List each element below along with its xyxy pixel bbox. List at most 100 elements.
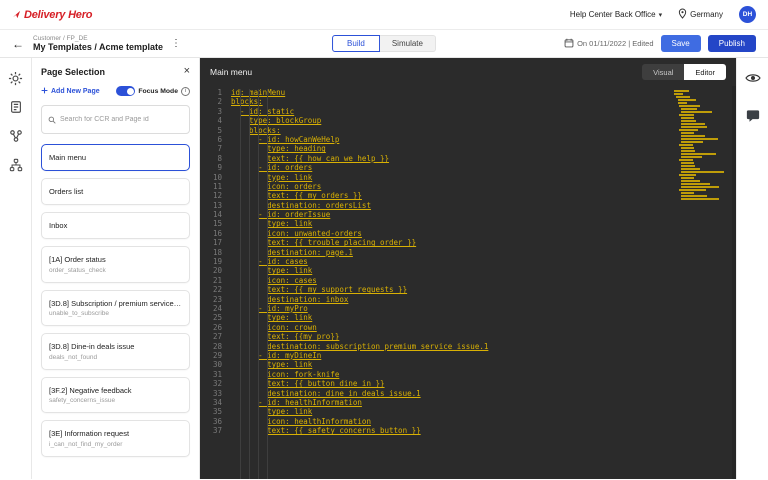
- save-button[interactable]: Save: [660, 35, 701, 52]
- line-number: 16: [212, 228, 222, 238]
- line-text: - id: myPro: [258, 303, 308, 313]
- page-card[interactable]: [3F.2] Negative feedback safety_concerns_…: [41, 376, 190, 413]
- code-line[interactable]: 17 text: {{ trouble_placing_order }}: [206, 238, 736, 247]
- code-line[interactable]: 20 type: link: [206, 266, 736, 275]
- code-line[interactable]: 2 blocks:: [206, 97, 736, 106]
- code-line[interactable]: 24 - id: myPro: [206, 304, 736, 313]
- page-card[interactable]: [3D.8] Subscription / premium service is…: [41, 289, 190, 326]
- code-line[interactable]: 4 type: blockGroup: [206, 116, 736, 125]
- editor-scrollbar[interactable]: [732, 86, 736, 479]
- code-line[interactable]: 25 type: link: [206, 313, 736, 322]
- pages-document-icon[interactable]: [8, 99, 24, 115]
- code-line[interactable]: 34 - id: healthInformation: [206, 398, 736, 407]
- code-line[interactable]: 9 - id: orders: [206, 163, 736, 172]
- publish-button[interactable]: Publish: [707, 35, 756, 52]
- minimap-line: [679, 114, 694, 116]
- add-new-page-button[interactable]: Add New Page: [41, 87, 100, 96]
- hierarchy-sitemap-icon[interactable]: [8, 157, 24, 173]
- workflow-icon[interactable]: [8, 128, 24, 144]
- code-line[interactable]: 15 type: link: [206, 219, 736, 228]
- code-line[interactable]: 1id: mainMenu: [206, 88, 736, 97]
- code-line[interactable]: 22 text: {{ my_support_requests }}: [206, 285, 736, 294]
- user-avatar[interactable]: DH: [739, 6, 756, 23]
- info-icon[interactable]: i: [181, 86, 190, 96]
- code-line[interactable]: 36 icon: healthInformation: [206, 417, 736, 426]
- code-line[interactable]: 28 destination: subscription_premium_serv…: [206, 342, 736, 351]
- code-line[interactable]: 21 icon: cases: [206, 276, 736, 285]
- minimap-line: [679, 105, 701, 107]
- line-text: - id: orderIssue: [258, 210, 331, 220]
- visual-mode-button[interactable]: Visual: [642, 64, 685, 80]
- code-line[interactable]: 35 type: link: [206, 407, 736, 416]
- line-number: 24: [212, 303, 222, 313]
- line-number: 6: [217, 134, 222, 144]
- line-text: icon: unwanted-orders: [267, 228, 362, 238]
- code-line[interactable]: 14 - id: orderIssue: [206, 210, 736, 219]
- page-card[interactable]: [1A] Order status order_status_check: [41, 246, 190, 283]
- app-title-dropdown[interactable]: Help Center Back Office ▾: [570, 10, 662, 19]
- country-selector[interactable]: Germany: [678, 8, 723, 21]
- simulate-tab[interactable]: Simulate: [379, 35, 436, 52]
- line-number: 21: [212, 275, 222, 285]
- code-line[interactable]: 27 text: {{my_pro}}: [206, 332, 736, 341]
- code-line[interactable]: 26 icon: crown: [206, 323, 736, 332]
- back-button[interactable]: ←: [12, 37, 24, 51]
- code-line[interactable]: 8 text: {{ how_can_we_help }}: [206, 154, 736, 163]
- line-number: 11: [212, 181, 222, 191]
- minimap[interactable]: [674, 90, 726, 201]
- code-line[interactable]: 32 text: {{ button_dine_in }}: [206, 379, 736, 388]
- page-card[interactable]: [3E] Information request i_can_not_find_m…: [41, 420, 190, 457]
- line-number: 15: [212, 219, 222, 229]
- code-line[interactable]: 18 destination: page.1: [206, 248, 736, 257]
- minimap-line: [681, 192, 694, 194]
- code-line[interactable]: 37 text: {{ safety_concerns_button }}: [206, 426, 736, 435]
- focus-mode-toggle[interactable]: [116, 86, 136, 96]
- close-panel-icon[interactable]: ×: [184, 66, 190, 77]
- code-line[interactable]: 16 icon: unwanted-orders: [206, 229, 736, 238]
- line-text: text: {{ how_can_we_help }}: [267, 153, 390, 163]
- line-text: text: {{ my_orders }}: [267, 191, 362, 201]
- code-editor[interactable]: 1id: mainMenu2blocks:3- id: static4type:…: [200, 86, 736, 479]
- code-line[interactable]: 5 blocks:: [206, 126, 736, 135]
- kebab-menu-icon[interactable]: ⋮: [171, 38, 181, 49]
- line-text: type: link: [267, 219, 313, 229]
- code-line[interactable]: 10 type: link: [206, 173, 736, 182]
- topbar-right: Help Center Back Office ▾ Germany DH: [570, 6, 756, 23]
- page-card-title: [1A] Order status: [49, 255, 106, 264]
- code-line[interactable]: 12 text: {{ my_orders }}: [206, 191, 736, 200]
- page-card[interactable]: [3D.8] Dine-in deals issue deals_not_foun…: [41, 333, 190, 370]
- settings-gear-icon[interactable]: [8, 70, 24, 86]
- page-card-title: [3F.2] Negative feedback: [49, 385, 132, 395]
- page-card[interactable]: Orders list: [41, 178, 190, 205]
- code-line[interactable]: 11 icon: orders: [206, 182, 736, 191]
- build-tab[interactable]: Build: [332, 35, 380, 52]
- line-text: icon: healthInformation: [267, 416, 371, 426]
- code-line[interactable]: 7 type: heading: [206, 144, 736, 153]
- page-card[interactable]: Inbox: [41, 212, 190, 239]
- code-line[interactable]: 31 icon: fork-knife: [206, 370, 736, 379]
- line-number: 4: [217, 116, 222, 126]
- page-card-title: [3D.8] Subscription / premium service is…: [49, 298, 182, 308]
- editor-page-title: Main menu: [210, 67, 253, 77]
- delivery-hero-logo: Delivery Hero: [12, 6, 93, 24]
- line-number: 17: [212, 238, 222, 248]
- code-line[interactable]: 3- id: static: [206, 107, 736, 116]
- code-line[interactable]: 30 type: link: [206, 360, 736, 369]
- comments-chat-icon[interactable]: [744, 108, 762, 124]
- code-line[interactable]: 19 - id: cases: [206, 257, 736, 266]
- code-line[interactable]: 23 destination: inbox: [206, 295, 736, 304]
- code-line[interactable]: 13 destination: ordersList: [206, 201, 736, 210]
- preview-eye-icon[interactable]: [744, 70, 762, 86]
- minimap-line: [679, 189, 706, 191]
- code-line[interactable]: 33 destination: dine_in_deals_issue.1: [206, 389, 736, 398]
- editor-mode-button[interactable]: Editor: [684, 64, 726, 80]
- search-input[interactable]: [60, 116, 183, 123]
- line-text: type: link: [267, 360, 313, 370]
- chevron-down-icon: ▾: [658, 11, 663, 19]
- logo-text: Delivery Hero: [24, 8, 93, 21]
- minimap-line: [681, 168, 700, 170]
- code-line[interactable]: 29 - id: myDineIn: [206, 351, 736, 360]
- minimap-line: [674, 90, 689, 92]
- code-line[interactable]: 6 - id: howCanWeHelp: [206, 135, 736, 144]
- page-card[interactable]: Main menu: [41, 144, 190, 171]
